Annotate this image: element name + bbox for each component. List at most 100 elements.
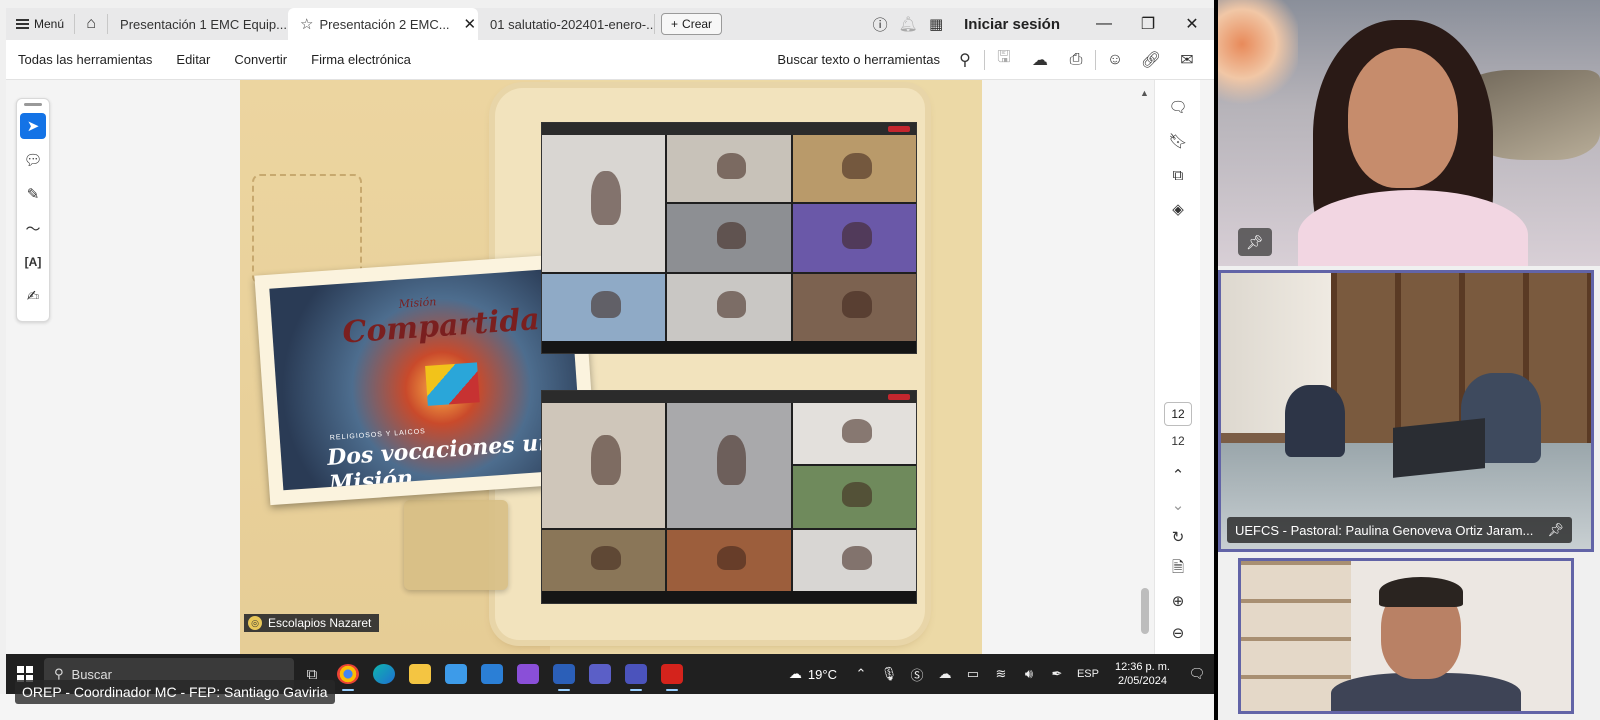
divider bbox=[1095, 49, 1096, 70]
add-comment-icon[interactable]: 💬︎ bbox=[20, 147, 46, 173]
pages-icon[interactable]: ⧉ bbox=[1163, 160, 1193, 190]
edge-icon[interactable] bbox=[366, 654, 402, 694]
upload-cloud-icon[interactable]: ☁ bbox=[1023, 43, 1057, 77]
link-icon[interactable]: 🔗︎ bbox=[1134, 43, 1168, 77]
teams-work-icon[interactable] bbox=[618, 654, 654, 694]
tab-presentacion-1[interactable]: Presentación 1 EMC Equip... bbox=[108, 8, 288, 40]
volume-icon[interactable]: 🔊︎ bbox=[1015, 666, 1043, 682]
help-icon[interactable]: ⓘ bbox=[866, 8, 894, 40]
battery-icon[interactable]: ▭ bbox=[959, 666, 987, 682]
participant-tile bbox=[667, 135, 791, 203]
search-icon[interactable]: ⚲ bbox=[948, 43, 982, 77]
new-document-button[interactable]: + Crear bbox=[661, 13, 723, 35]
participant-tile bbox=[542, 135, 666, 272]
word-icon[interactable] bbox=[546, 654, 582, 694]
minimize-icon[interactable]: — bbox=[1082, 8, 1126, 40]
rotate-icon[interactable]: ↻ bbox=[1163, 522, 1193, 552]
zoom-in-icon[interactable]: ⊕ bbox=[1163, 586, 1193, 616]
save-icon[interactable]: 🖫 bbox=[987, 43, 1021, 77]
video-tile-1[interactable]: 📌︎ bbox=[1218, 0, 1600, 266]
video-tile-2[interactable]: UEFCS - Pastoral: Paulina Genoveva Ortiz… bbox=[1218, 270, 1594, 552]
share-user-icon[interactable]: ☺ bbox=[1098, 43, 1132, 77]
skype-icon[interactable]: Ⓢ bbox=[903, 665, 931, 684]
divider bbox=[654, 14, 656, 34]
document-area: ➤ 💬︎ ✎ 〜 [A] ✍ Misión Compartida RELIGIO… bbox=[6, 80, 1214, 654]
apps-grid-icon[interactable]: ▦ bbox=[922, 8, 950, 40]
bookmarks-icon[interactable]: 🔖︎ bbox=[1163, 126, 1193, 156]
title-bar-right: ⓘ 🔔︎ ▦ Iniciar sesión — ❐ ✕ bbox=[866, 8, 1214, 40]
videocall-screenshot-2 bbox=[541, 390, 917, 604]
tab-salutatio[interactable]: 01 salutatio-202401-enero-... bbox=[478, 8, 654, 40]
participant-nameplate: UEFCS - Pastoral: Paulina Genoveva Ortiz… bbox=[1227, 517, 1572, 543]
tab-presentacion-2[interactable]: ☆ Presentación 2 EMC... ✕ bbox=[288, 8, 479, 40]
mision-pretitle: Misión bbox=[398, 295, 437, 311]
onedrive-icon[interactable]: ☁ bbox=[931, 666, 959, 682]
pen-icon[interactable]: ✒ bbox=[1043, 666, 1071, 682]
search-tools-label[interactable]: Buscar texto o herramientas bbox=[777, 52, 940, 67]
star-icon[interactable]: ☆ bbox=[300, 15, 313, 33]
chrome-icon[interactable] bbox=[330, 654, 366, 694]
menu-esign[interactable]: Firma electrónica bbox=[299, 52, 423, 67]
vertical-scrollbar[interactable]: ▲ bbox=[1138, 88, 1152, 648]
text-box-icon[interactable]: [A] bbox=[20, 249, 46, 275]
bell-icon[interactable]: 🔔︎ bbox=[894, 8, 922, 40]
comments-icon[interactable]: 🗨︎ bbox=[1163, 92, 1193, 122]
close-tab-icon[interactable]: ✕ bbox=[464, 15, 477, 33]
drag-handle[interactable] bbox=[24, 103, 42, 106]
chevron-down-icon[interactable]: ⌄ bbox=[1163, 490, 1193, 520]
print-icon[interactable]: ⎙ bbox=[1059, 43, 1093, 77]
pin-icon[interactable]: 📌︎ bbox=[1547, 522, 1564, 538]
pin-icon[interactable]: 📌︎ bbox=[1238, 228, 1272, 256]
close-window-icon[interactable]: ✕ bbox=[1170, 8, 1214, 40]
home-icon: ⌂ bbox=[86, 15, 96, 32]
store-icon[interactable] bbox=[474, 654, 510, 694]
right-tools-rail: 🗨︎ 🔖︎ ⧉ ◈ 12 12 ⌃ ⌄ ↻ 🗎 ⊕ ⊖ bbox=[1154, 80, 1200, 654]
notifications-icon[interactable]: 🗨︎ bbox=[1180, 666, 1214, 682]
chevron-up-icon[interactable]: ⌃ bbox=[847, 666, 875, 682]
chevron-up-icon[interactable]: ⌃ bbox=[1163, 460, 1193, 490]
menu-button[interactable]: Menú bbox=[6, 8, 74, 40]
scroll-thumb[interactable] bbox=[1141, 588, 1149, 634]
acrobat-icon[interactable] bbox=[654, 654, 690, 694]
draw-freehand-icon[interactable]: 〜 bbox=[20, 215, 46, 241]
page-thumbnail-icon[interactable]: 🗎 bbox=[1163, 554, 1193, 584]
signin-button[interactable]: Iniciar sesión bbox=[950, 16, 1082, 33]
menu-all-tools[interactable]: Todas las herramientas bbox=[6, 52, 164, 67]
layers-icon[interactable]: ◈ bbox=[1163, 194, 1193, 224]
file-explorer-icon[interactable] bbox=[402, 654, 438, 694]
menu-edit[interactable]: Editar bbox=[164, 52, 222, 67]
restore-icon[interactable]: ❐ bbox=[1126, 8, 1170, 40]
photos-icon[interactable] bbox=[438, 654, 474, 694]
participant-tile bbox=[792, 273, 916, 341]
participant-tile bbox=[667, 204, 791, 272]
tab-label: Presentación 2 EMC... bbox=[319, 16, 450, 32]
flowers-background bbox=[1218, 0, 1298, 110]
clock[interactable]: 12:36 p. m. 2/05/2024 bbox=[1105, 660, 1180, 688]
zoom-out-icon[interactable]: ⊖ bbox=[1163, 618, 1193, 648]
weather-temp: 19°C bbox=[807, 666, 837, 682]
escolapios-logo-icon: ◎ bbox=[248, 616, 262, 630]
brand-label: ◎ Escolapios Nazaret bbox=[244, 614, 380, 632]
participant-tile bbox=[542, 529, 666, 591]
highlight-pen-icon[interactable]: ✎ bbox=[20, 181, 46, 207]
system-tray: ☁ 19°C ⌃ 🎙︎ Ⓢ ☁ ▭ ≋ 🔊︎ ✒ ESP 12:36 p. m.… bbox=[779, 654, 1214, 694]
participant-tile bbox=[792, 135, 916, 203]
microphone-icon[interactable]: 🎙︎ bbox=[875, 666, 903, 682]
page-number-input[interactable]: 12 bbox=[1164, 402, 1192, 426]
participant-tile bbox=[792, 466, 916, 528]
cloud-rain-icon: ☁ bbox=[788, 666, 802, 681]
scroll-up-icon[interactable]: ▲ bbox=[1140, 88, 1149, 98]
select-cursor-icon[interactable]: ➤ bbox=[20, 113, 46, 139]
teams-icon[interactable] bbox=[582, 654, 618, 694]
signature-icon[interactable]: ✍ bbox=[20, 283, 46, 309]
weather-widget[interactable]: ☁ 19°C bbox=[779, 666, 847, 682]
video-tile-3[interactable] bbox=[1238, 558, 1574, 714]
divider bbox=[984, 49, 985, 70]
screen: Menú ⌂ Presentación 1 EMC Equip... ☆ Pre… bbox=[0, 0, 1600, 720]
clipchamp-icon[interactable] bbox=[510, 654, 546, 694]
mail-icon[interactable]: ✉ bbox=[1170, 43, 1204, 77]
home-button[interactable]: ⌂ bbox=[75, 8, 107, 40]
language-indicator[interactable]: ESP bbox=[1071, 668, 1105, 680]
wifi-icon[interactable]: ≋ bbox=[987, 666, 1015, 682]
menu-convert[interactable]: Convertir bbox=[222, 52, 299, 67]
